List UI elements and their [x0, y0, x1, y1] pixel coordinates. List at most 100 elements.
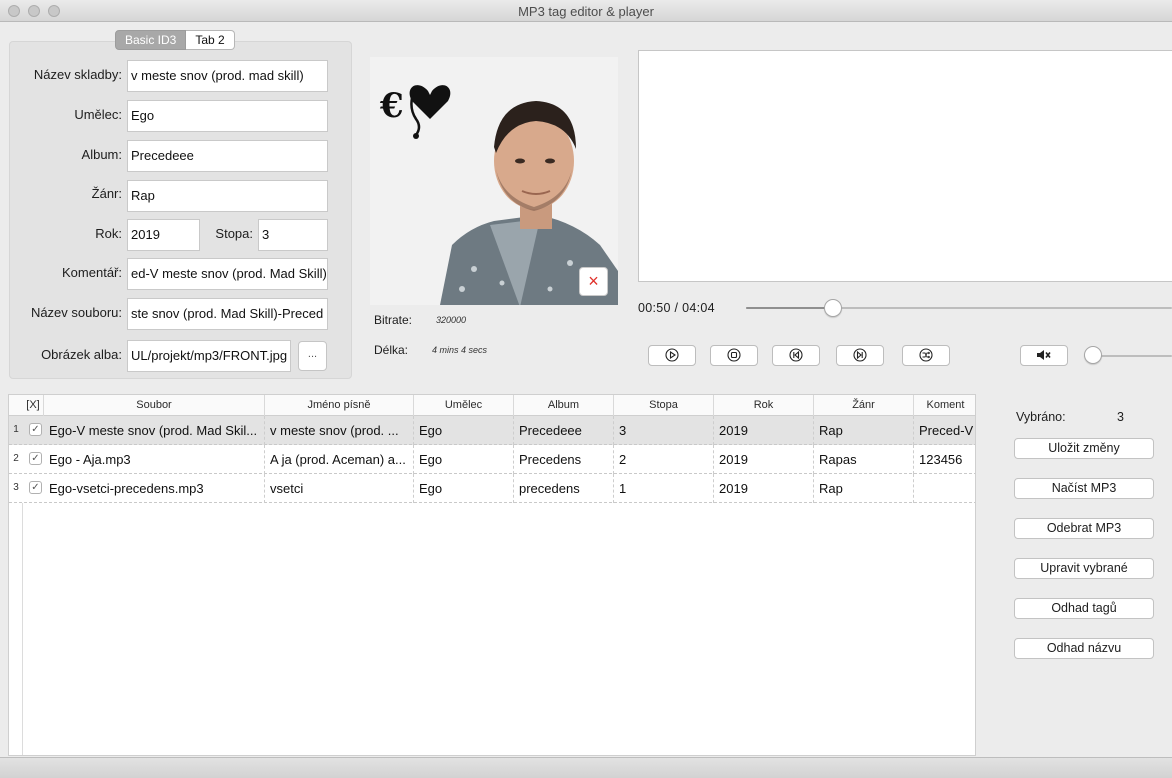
track-label: Stopa: — [215, 226, 253, 241]
tracks-table: [X] Soubor Jméno písně Umělec Album Stop… — [8, 394, 976, 756]
cell-zanr: Rap — [814, 474, 914, 503]
time-display: 00:50 / 04:04 — [638, 301, 715, 315]
cell-soubor: Ego-V meste snov (prod. Mad Skil... — [44, 416, 265, 445]
length-label: Délka: — [374, 343, 409, 357]
stop-button[interactable] — [710, 345, 758, 366]
checkmark-icon: ✓ — [31, 424, 40, 435]
comment-label: Komentář: — [62, 265, 122, 280]
column-header-zanr[interactable]: Žánr — [814, 395, 914, 416]
row-checkbox[interactable]: ✓ — [29, 423, 42, 436]
row-checkbox[interactable]: ✓ — [29, 481, 42, 494]
cell-koment — [914, 474, 975, 503]
remove-mp3-button[interactable]: Odebrat MP3 — [1014, 518, 1154, 539]
close-icon: × — [588, 271, 599, 291]
table-row[interactable]: 3 ✓ Ego-vsetci-precedens.mp3 vsetci Ego … — [9, 474, 975, 503]
cell-stopa: 2 — [614, 445, 714, 474]
shuffle-button[interactable] — [902, 345, 950, 366]
previous-button[interactable] — [772, 345, 820, 366]
title-bar: MP3 tag editor & player — [0, 0, 1172, 22]
tab-basic-id3[interactable]: Basic ID3 — [115, 30, 187, 50]
progress-slider-knob[interactable] — [824, 299, 843, 317]
stop-icon — [727, 348, 741, 362]
tab-bar: Basic ID3 Tab 2 — [115, 30, 235, 50]
year-input[interactable]: 2019 — [127, 219, 200, 251]
guess-name-button[interactable]: Odhad názvu — [1014, 638, 1154, 659]
guess-tags-button[interactable]: Odhad tagů — [1014, 598, 1154, 619]
table-row[interactable]: 1 ✓ Ego-V meste snov (prod. Mad Skil... … — [9, 416, 975, 445]
edit-selected-button[interactable]: Upravit vybrané — [1014, 558, 1154, 579]
cell-stopa: 3 — [614, 416, 714, 445]
column-header-rok[interactable]: Rok — [714, 395, 814, 416]
row-number: 2 — [13, 453, 19, 464]
bitrate-value: 320000 — [436, 315, 467, 325]
cell-jmeno: vsetci — [265, 474, 414, 503]
cell-rok: 2019 — [714, 474, 814, 503]
browse-cover-button[interactable]: ... — [298, 341, 327, 371]
tab-2[interactable]: Tab 2 — [186, 30, 235, 50]
cell-umelec: Ego — [414, 416, 514, 445]
cell-album: Precedens — [514, 445, 614, 474]
cell-zanr: Rap — [814, 416, 914, 445]
selected-count-label: Vybráno: — [1016, 410, 1066, 424]
volume-slider-knob[interactable] — [1084, 346, 1102, 364]
cover-label: Obrázek alba: — [41, 347, 122, 362]
cell-jmeno: A ja (prod. Aceman) a... — [265, 445, 414, 474]
svg-text:€: € — [379, 86, 404, 126]
cell-soubor: Ego - Aja.mp3 — [44, 445, 265, 474]
column-header-album[interactable]: Album — [514, 395, 614, 416]
save-changes-button[interactable]: Uložit změny — [1014, 438, 1154, 459]
column-header-jmeno[interactable]: Jméno písně — [265, 395, 414, 416]
artist-input[interactable]: Ego — [127, 100, 328, 132]
title-input[interactable]: v meste snov (prod. mad skill) — [127, 60, 328, 92]
lyrics-textarea[interactable] — [638, 50, 1172, 282]
artist-label: Umělec: — [74, 107, 122, 122]
mute-button[interactable] — [1020, 345, 1068, 366]
load-mp3-button[interactable]: Načíst MP3 — [1014, 478, 1154, 499]
cell-album: precedens — [514, 474, 614, 503]
genre-input[interactable]: Rap — [127, 180, 328, 212]
window-title: MP3 tag editor & player — [518, 4, 654, 19]
next-icon — [853, 348, 867, 362]
row-checkbox[interactable]: ✓ — [29, 452, 42, 465]
table-row[interactable]: 2 ✓ Ego - Aja.mp3 A ja (prod. Aceman) a.… — [9, 445, 975, 474]
cell-zanr: Rapas — [814, 445, 914, 474]
progress-slider-fill — [746, 307, 834, 309]
column-header-soubor[interactable]: Soubor — [44, 395, 265, 416]
album-input[interactable]: Precedeee — [127, 140, 328, 172]
cell-umelec: Ego — [414, 474, 514, 503]
length-value: 4 mins 4 secs — [432, 345, 488, 355]
selected-count-value: 3 — [1117, 410, 1124, 424]
cell-soubor: Ego-vsetci-precedens.mp3 — [44, 474, 265, 503]
cell-rok: 2019 — [714, 445, 814, 474]
cell-koment: 123456 — [919, 452, 963, 467]
genre-label: Žánr: — [91, 186, 122, 201]
previous-icon — [789, 348, 803, 362]
status-bar — [0, 757, 1172, 778]
cell-koment: Preced-V — [919, 423, 974, 438]
column-header-koment[interactable]: Koment — [914, 395, 975, 416]
column-header-stopa[interactable]: Stopa — [614, 395, 714, 416]
cell-jmeno: v meste snov (prod. ... — [265, 416, 414, 445]
column-header-check[interactable]: [X] — [23, 395, 44, 416]
filename-input[interactable]: ste snov (prod. Mad Skill)-Preced — [127, 298, 328, 330]
cover-path-input[interactable]: UL/projekt/mp3/FRONT.jpg — [127, 340, 291, 372]
cell-rok: 2019 — [714, 416, 814, 445]
cell-album: Precedeee — [514, 416, 614, 445]
next-button[interactable] — [836, 345, 884, 366]
checkmark-icon: ✓ — [31, 453, 40, 464]
shuffle-icon — [919, 348, 933, 362]
cell-stopa: 1 — [614, 474, 714, 503]
comment-input[interactable]: ed-V meste snov (prod. Mad Skill) — [127, 258, 328, 290]
album-label: Album: — [81, 147, 122, 162]
row-number: 3 — [13, 482, 19, 493]
mute-icon — [1037, 350, 1051, 360]
play-button[interactable] — [648, 345, 696, 366]
year-label: Rok: — [95, 226, 122, 241]
cell-umelec: Ego — [414, 445, 514, 474]
table-header: [X] Soubor Jméno písně Umělec Album Stop… — [9, 395, 975, 416]
row-number: 1 — [13, 424, 19, 435]
remove-cover-button[interactable]: × — [579, 267, 608, 296]
column-header-umelec[interactable]: Umělec — [414, 395, 514, 416]
track-input[interactable]: 3 — [258, 219, 328, 251]
filename-label: Název souboru: — [30, 305, 122, 320]
